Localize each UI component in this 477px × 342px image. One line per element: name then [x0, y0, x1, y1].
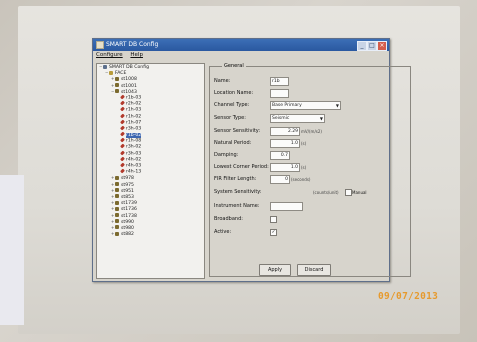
- chevron-down-icon: ▼: [319, 116, 323, 121]
- date-stamp: 09/07/2013: [378, 291, 439, 302]
- app-icon: [96, 40, 104, 49]
- tree-item-label: st882: [121, 232, 134, 238]
- name-field[interactable]: r1b: [270, 77, 289, 86]
- instrument-label: Instrument Name:: [214, 203, 260, 209]
- station-icon: [115, 206, 119, 211]
- tree-item[interactable]: + st882: [97, 231, 204, 237]
- damping-label: Damping:: [214, 152, 239, 158]
- natural-period-unit: (s): [301, 141, 307, 146]
- channel-type-select[interactable]: Base Primary ▼: [270, 101, 341, 110]
- folder-icon: [109, 70, 113, 75]
- sensor-icon: [120, 168, 125, 174]
- station-icon: [115, 182, 119, 187]
- tree-item-label: r1h-07: [126, 120, 142, 126]
- corner-period-field[interactable]: 1.0: [270, 163, 300, 172]
- sensor-icon: [120, 150, 125, 156]
- channel-type-value: Base Primary: [272, 103, 302, 108]
- sensor-icon: [120, 94, 125, 100]
- close-icon[interactable]: ×: [377, 41, 387, 51]
- menu-configure[interactable]: Configure: [96, 52, 123, 58]
- tree-item-label: r1h-02: [126, 114, 142, 119]
- active-label: Active:: [214, 229, 232, 235]
- sensor-type-value: Seismic: [272, 116, 290, 121]
- tree-item-label: r1h-08: [126, 138, 142, 144]
- manual-checkbox[interactable]: [345, 189, 352, 196]
- title-bar[interactable]: SMART DB Config _ □ ×: [93, 39, 389, 51]
- sensitivity-unit: mV/(m/s2): [301, 129, 322, 134]
- sensor-icon: [120, 156, 125, 162]
- channel-type-label: Channel Type:: [214, 102, 250, 108]
- general-group-title: General: [224, 63, 244, 69]
- instrument-field[interactable]: [270, 202, 303, 211]
- sensor-icon: [120, 106, 125, 112]
- station-icon: [115, 219, 119, 224]
- fir-length-label: FIR Filter Length:: [214, 176, 257, 182]
- corner-period-unit: (s): [301, 165, 307, 170]
- tree-item-label: r4h-03: [126, 163, 142, 169]
- station-icon: [115, 76, 119, 81]
- tree-item-label: r1b-03: [126, 95, 142, 101]
- screen-glare: [0, 175, 24, 325]
- config-tree[interactable]: − SMART DB Config − FACE + st1008 + st1001− st10…: [96, 63, 205, 279]
- tree-item-label: r3h-03: [126, 151, 142, 157]
- station-icon: [115, 188, 119, 193]
- chevron-down-icon: ▼: [335, 103, 339, 108]
- sensor-icon: [120, 113, 125, 118]
- sensor-type-label: Sensor Type:: [214, 115, 246, 121]
- sensor-icon: [120, 137, 125, 143]
- tree-item-label: r4h-13: [126, 169, 142, 175]
- menu-bar: Configure Help: [93, 51, 389, 60]
- location-label: Location Name:: [214, 90, 254, 96]
- tree-item-label: r4h-02: [126, 157, 142, 163]
- station-icon: [115, 200, 119, 205]
- tree-item-label: r3h-03: [126, 126, 142, 132]
- system-sensitivity-value: (counts/unit): [313, 190, 339, 195]
- natural-period-field[interactable]: 1.0: [270, 139, 300, 148]
- location-field[interactable]: [270, 89, 289, 98]
- general-group: General Name: r1b Location Name: Channel…: [209, 63, 411, 277]
- window-title: SMART DB Config: [106, 41, 159, 48]
- active-checkbox[interactable]: ✓: [270, 229, 277, 236]
- fir-length-unit: (seconds): [291, 177, 311, 182]
- corner-period-label: Lowest Corner Period:: [214, 164, 269, 170]
- name-label: Name:: [214, 78, 231, 84]
- app-window: SMART DB Config _ □ × Configure Help − SM…: [92, 38, 411, 282]
- station-icon: [115, 213, 119, 217]
- sensitivity-label: Sensor Sensitivity:: [214, 128, 261, 134]
- sensor-icon: [120, 125, 125, 131]
- tree-item-label: r2h-02: [126, 101, 142, 107]
- tree-item-label: r3h-02: [126, 144, 142, 150]
- station-icon: [115, 194, 119, 199]
- minimize-icon[interactable]: _: [357, 41, 367, 51]
- broadband-label: Broadband:: [214, 216, 243, 222]
- manual-label: Manual: [352, 190, 367, 195]
- station-icon: [115, 225, 119, 230]
- station-icon: [115, 89, 119, 94]
- tree-item-label: r1h-03: [126, 107, 142, 113]
- sensor-icon: [120, 131, 125, 137]
- broadband-checkbox[interactable]: [270, 216, 277, 223]
- damping-field[interactable]: 0.7: [270, 151, 290, 160]
- fir-length-field[interactable]: 0: [270, 175, 290, 184]
- discard-button[interactable]: Discard: [297, 264, 331, 276]
- station-icon: [115, 231, 119, 236]
- natural-period-label: Natural Period:: [214, 140, 252, 146]
- station-icon: [115, 175, 119, 180]
- station-icon: [115, 83, 119, 88]
- sensitivity-field[interactable]: 2.29: [270, 127, 300, 136]
- apply-button[interactable]: Apply: [259, 264, 291, 276]
- tree-item-label: r1b-02: [126, 132, 142, 138]
- system-sensitivity-label: System Sensitivity:: [214, 189, 262, 195]
- sensor-icon: [120, 119, 125, 125]
- sensor-icon: [120, 143, 125, 149]
- menu-help[interactable]: Help: [130, 52, 143, 58]
- root-icon: [103, 64, 107, 69]
- maximize-icon[interactable]: □: [367, 41, 377, 51]
- sensor-icon: [120, 100, 125, 106]
- sensor-icon: [120, 162, 125, 168]
- sensor-type-select[interactable]: Seismic ▼: [270, 114, 325, 123]
